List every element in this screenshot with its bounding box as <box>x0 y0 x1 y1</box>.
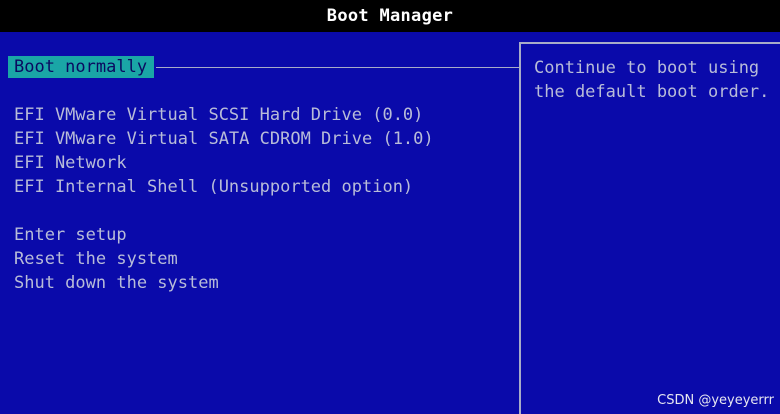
menu-item-scsi-hard-drive[interactable]: EFI VMware Virtual SCSI Hard Drive (0.0) <box>14 104 423 126</box>
title-bar: Boot Manager <box>0 0 780 32</box>
menu-item-efi-network[interactable]: EFI Network <box>14 152 127 174</box>
help-text: Continue to boot using the default boot … <box>534 58 770 102</box>
panel-divider-vertical <box>519 42 521 414</box>
boot-menu-area: Boot normally EFI VMware Virtual SCSI Ha… <box>0 32 780 414</box>
menu-item-sata-cdrom[interactable]: EFI VMware Virtual SATA CDROM Drive (1.0… <box>14 128 434 150</box>
menu-item-boot-normally[interactable]: Boot normally <box>8 56 155 78</box>
panel-divider-top <box>519 42 780 44</box>
menu-item-internal-shell[interactable]: EFI Internal Shell (Unsupported option) <box>14 176 413 198</box>
selection-rule <box>156 67 519 68</box>
menu-item-shut-down[interactable]: Shut down the system <box>14 272 219 294</box>
menu-item-reset-system[interactable]: Reset the system <box>14 248 178 270</box>
menu-item-enter-setup[interactable]: Enter setup <box>14 224 127 246</box>
watermark: CSDN @yeyeyerrr <box>657 393 774 408</box>
window-title: Boot Manager <box>326 6 454 26</box>
